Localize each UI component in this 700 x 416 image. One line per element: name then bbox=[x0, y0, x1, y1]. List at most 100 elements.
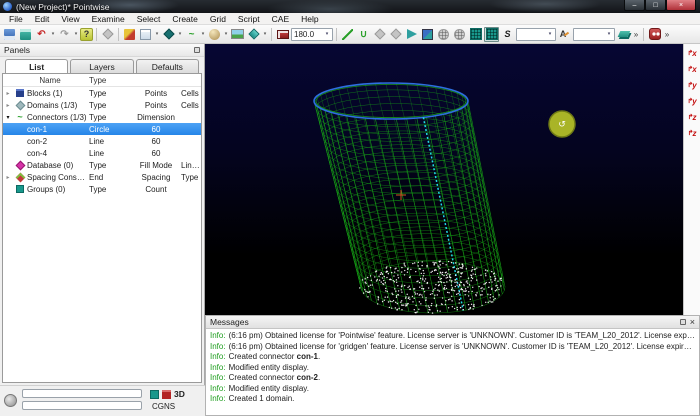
empty-combo-2[interactable]: ▾ bbox=[573, 28, 615, 41]
tree-row-groups[interactable]: Groups (0) Type Count bbox=[3, 183, 201, 195]
gem-caret-icon[interactable]: ▾ bbox=[262, 31, 268, 37]
close-button[interactable]: × bbox=[666, 0, 696, 11]
menu-script[interactable]: Script bbox=[232, 14, 266, 24]
view-plus-y-button[interactable]: y bbox=[685, 78, 699, 92]
grid-mode-icon[interactable] bbox=[150, 390, 159, 399]
connector-icon: ~ bbox=[13, 112, 27, 122]
tree-row-connectors[interactable]: ▾ ~ Connectors (1/3) Type Dimension bbox=[3, 111, 201, 123]
panel-tabs: List Layers Defaults bbox=[0, 57, 204, 73]
line-segment-icon[interactable] bbox=[340, 27, 355, 42]
diamond-caret-icon[interactable]: ▾ bbox=[177, 31, 183, 37]
menu-select[interactable]: Select bbox=[131, 14, 167, 24]
gray-diamond-icon-2[interactable] bbox=[372, 27, 387, 42]
status-input-2[interactable] bbox=[22, 401, 142, 410]
view-minus-y-button[interactable]: y bbox=[685, 94, 699, 108]
cube-caret-icon[interactable]: ▾ bbox=[154, 31, 160, 37]
solid-cube-icon[interactable] bbox=[420, 27, 435, 42]
sphere-icon[interactable] bbox=[207, 27, 222, 42]
menu-create[interactable]: Create bbox=[166, 14, 204, 24]
tree-row-con-4[interactable]: con-4 Line 60 bbox=[3, 147, 201, 159]
window-title: (New Project)* Pointwise bbox=[16, 2, 110, 12]
teal-diamond-icon[interactable] bbox=[161, 27, 176, 42]
open-icon[interactable] bbox=[18, 27, 33, 42]
log-line: Info:Modified entity display. bbox=[210, 363, 695, 374]
redo-caret-icon[interactable]: ▾ bbox=[73, 31, 79, 37]
menu-examine[interactable]: Examine bbox=[86, 14, 131, 24]
view-minus-x-button[interactable]: x bbox=[685, 62, 699, 76]
curve-icon[interactable]: ~ bbox=[184, 27, 199, 42]
status-mode-icons: 3D bbox=[150, 389, 185, 399]
trackball-icon[interactable] bbox=[4, 394, 17, 407]
messages-close-icon[interactable]: × bbox=[690, 318, 695, 327]
undo-icon[interactable]: ↶ bbox=[34, 27, 49, 42]
view-plus-x-button[interactable]: x bbox=[685, 46, 699, 60]
tree-row-domains[interactable]: ▸ Domains (1/3) Type Points Cells bbox=[3, 99, 201, 111]
messages-header: Messages × bbox=[206, 316, 699, 329]
expander-icon[interactable]: ▾ bbox=[3, 114, 13, 121]
menu-edit[interactable]: Edit bbox=[29, 14, 56, 24]
connector-link-icon[interactable]: S bbox=[500, 27, 515, 42]
angle-display-icon[interactable] bbox=[275, 27, 290, 42]
tree-row-database[interactable]: Database (0) Type Fill Mode Line ... bbox=[3, 159, 201, 171]
expander-icon[interactable]: ▸ bbox=[3, 102, 13, 109]
tree-row-con-2[interactable]: con-2 Line 60 bbox=[3, 135, 201, 147]
arc-icon[interactable]: ∪ bbox=[356, 27, 371, 42]
view-minus-z-button[interactable]: z bbox=[685, 126, 699, 140]
tab-defaults[interactable]: Defaults bbox=[136, 59, 199, 73]
text-annotation-icon[interactable]: A bbox=[557, 27, 572, 42]
tree-row-spacing-constraints[interactable]: ▸ Spacing Constrai... End Spacing Type bbox=[3, 171, 201, 183]
maximize-button[interactable]: □ bbox=[645, 0, 666, 11]
empty-combo-1[interactable]: ▾ bbox=[516, 28, 556, 41]
tree-row-blocks[interactable]: ▸ Blocks (1) Type Points Cells bbox=[3, 87, 201, 99]
status-input-1[interactable] bbox=[22, 389, 142, 398]
tree-row-con-1[interactable]: con-1 Circle 60 bbox=[3, 123, 201, 135]
3d-viewport[interactable]: ↺ bbox=[205, 44, 683, 315]
structured-grid-icon[interactable] bbox=[468, 27, 483, 42]
undo-caret-icon[interactable]: ▾ bbox=[50, 31, 56, 37]
curve-caret-icon[interactable]: ▾ bbox=[200, 31, 206, 37]
view-plus-z-button[interactable]: z bbox=[685, 110, 699, 124]
gray-diamond-icon-3[interactable] bbox=[388, 27, 403, 42]
paintbrush-icon[interactable] bbox=[122, 27, 137, 42]
wedge-icon[interactable] bbox=[404, 27, 419, 42]
angle-combo[interactable]: 180.0 ▾ bbox=[291, 28, 333, 41]
menu-view[interactable]: View bbox=[55, 14, 85, 24]
mesh-sphere-icon-2[interactable] bbox=[452, 27, 467, 42]
messages-pin-icon[interactable] bbox=[680, 319, 686, 325]
menu-cae[interactable]: CAE bbox=[266, 14, 295, 24]
tab-layers[interactable]: Layers bbox=[70, 59, 133, 73]
sphere-caret-icon[interactable]: ▾ bbox=[223, 31, 229, 37]
unstructured-grid-icon[interactable] bbox=[484, 27, 499, 42]
title-bar: (New Project)* Pointwise – □ × bbox=[0, 0, 700, 13]
toolbar-separator bbox=[96, 28, 97, 41]
log-line: Info:Created connector con-1. bbox=[210, 352, 695, 363]
app-icon bbox=[3, 2, 12, 11]
toolbar-separator bbox=[271, 28, 272, 41]
redo-icon[interactable]: ↷ bbox=[57, 27, 72, 42]
gray-diamond-icon[interactable] bbox=[100, 27, 115, 42]
panels-header: Panels bbox=[0, 44, 204, 57]
menu-help[interactable]: Help bbox=[295, 14, 324, 24]
menu-file[interactable]: File bbox=[3, 14, 29, 24]
image-icon[interactable] bbox=[230, 27, 245, 42]
svg-text:↺: ↺ bbox=[558, 120, 566, 130]
toolbar-separator bbox=[643, 28, 644, 41]
menu-grid[interactable]: Grid bbox=[204, 14, 232, 24]
mesh-sphere-icon[interactable] bbox=[436, 27, 451, 42]
tab-list[interactable]: List bbox=[5, 59, 68, 73]
gem-icon[interactable] bbox=[246, 27, 261, 42]
expander-icon[interactable]: ▸ bbox=[3, 174, 13, 181]
minimize-button[interactable]: – bbox=[624, 0, 645, 11]
solver-cube-icon[interactable] bbox=[162, 390, 171, 399]
save-icon[interactable] bbox=[2, 27, 17, 42]
layers-icon[interactable] bbox=[616, 27, 631, 42]
status-bar: 3D CGNS bbox=[0, 385, 205, 416]
pin-icon[interactable] bbox=[194, 47, 200, 53]
expander-icon[interactable]: ▸ bbox=[3, 90, 13, 97]
messages-title: Messages bbox=[210, 317, 249, 327]
cube-outline-icon[interactable] bbox=[138, 27, 153, 42]
examine-mask-icon[interactable] bbox=[647, 27, 662, 42]
overflow-chevron-icon-2[interactable]: » bbox=[663, 30, 671, 39]
help-icon[interactable]: ? bbox=[80, 28, 93, 41]
overflow-chevron-icon[interactable]: » bbox=[632, 30, 640, 39]
